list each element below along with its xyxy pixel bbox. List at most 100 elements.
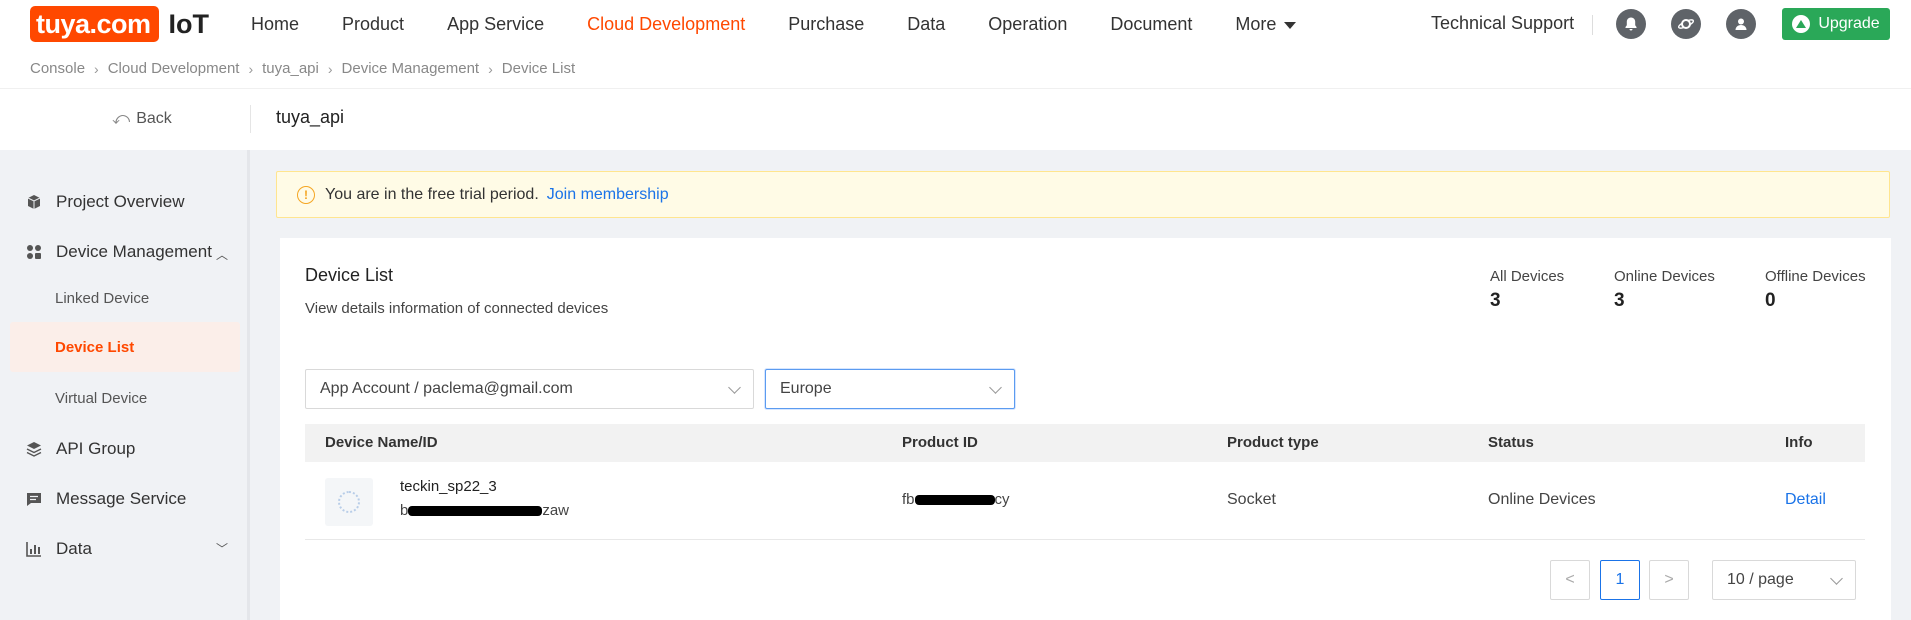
stat-label: Offline Devices <box>1765 268 1866 285</box>
device-list-card: Device List View details information of … <box>280 238 1891 620</box>
chevron-down-icon <box>728 381 741 394</box>
chevron-up-icon[interactable]: ︿ <box>216 246 228 263</box>
sidebar-label: API Group <box>56 439 136 458</box>
sidebar-item-data[interactable]: Data <box>26 539 92 559</box>
redaction-bar <box>914 495 995 506</box>
stat-label: Online Devices <box>1614 268 1715 285</box>
device-id-suffix: zaw <box>542 502 570 519</box>
product-id-suffix: cy <box>994 491 1010 508</box>
table-row: teckin_sp22_3 b zaw fb cy Socket Online De… <box>305 462 1865 540</box>
page-size-value: 10 / page <box>1727 571 1794 588</box>
sidebar-item-linked-device[interactable]: Linked Device <box>55 290 149 307</box>
chevron-down-icon <box>989 381 1002 394</box>
detail-link[interactable]: Detail <box>1785 491 1826 509</box>
breadcrumb: Console › Cloud Development › tuya_api ›… <box>30 60 575 77</box>
nav-divider <box>1592 15 1593 35</box>
device-status: Online Devices <box>1488 491 1596 508</box>
project-header: ⤺ Back tuya_api <box>0 88 1911 150</box>
app-account-value: App Account / paclema@gmail.com <box>320 380 573 397</box>
back-label: Back <box>136 110 172 127</box>
device-id: b zaw <box>400 502 569 519</box>
logo-product-name: IoT <box>168 8 210 39</box>
nav-operation[interactable]: Operation <box>988 14 1067 35</box>
column-header-info: Info <box>1785 434 1813 451</box>
tuya-logo[interactable]: tuya.com IoT <box>30 6 209 42</box>
technical-support-link[interactable]: Technical Support <box>1431 13 1574 34</box>
stat-value: 0 <box>1765 290 1776 311</box>
back-button[interactable]: ⤺ Back <box>112 109 172 129</box>
breadcrumb-cloud-development[interactable]: Cloud Development <box>108 60 240 77</box>
nav-data[interactable]: Data <box>907 14 945 35</box>
nav-cloud-development[interactable]: Cloud Development <box>587 14 745 35</box>
chevron-right-icon: › <box>94 60 99 77</box>
upgrade-button[interactable]: Upgrade <box>1782 8 1890 40</box>
region-value: Europe <box>780 380 832 397</box>
logo-mark: tuya.com <box>30 6 159 42</box>
top-navbar: tuya.com IoT Home Product App Service Cl… <box>0 0 1911 48</box>
sidebar-item-api-group[interactable]: API Group <box>26 439 135 459</box>
product-type: Socket <box>1227 491 1276 508</box>
trial-text: You are in the free trial period. <box>325 185 539 203</box>
redaction-bar <box>408 506 543 517</box>
pagination-page-1[interactable]: 1 <box>1600 560 1640 600</box>
breadcrumb-device-management[interactable]: Device Management <box>342 60 480 77</box>
app-account-select[interactable]: App Account / paclema@gmail.com <box>305 369 754 409</box>
nav-app-service[interactable]: App Service <box>447 14 544 35</box>
bar-chart-icon <box>26 542 41 557</box>
sidebar: Project Overview Device Management ︿ Lin… <box>0 150 250 620</box>
sidebar-item-device-management[interactable]: Device Management <box>26 242 212 262</box>
device-thumbnail <box>325 478 373 526</box>
chevron-right-icon: › <box>248 60 254 77</box>
project-title: tuya_api <box>276 107 345 127</box>
nav-home[interactable]: Home <box>251 14 299 35</box>
card-title: Device List <box>305 265 394 285</box>
chevron-down-icon[interactable]: ﹀ <box>216 540 228 557</box>
card-description: View details information of connected de… <box>305 300 609 317</box>
user-avatar-icon[interactable] <box>1726 9 1756 39</box>
sidebar-label: Data <box>56 539 92 558</box>
sidebar-item-message-service[interactable]: Message Service <box>26 489 186 509</box>
page-size-select[interactable]: 10 / page <box>1712 560 1856 600</box>
nav-product[interactable]: Product <box>342 14 404 35</box>
column-header-device: Device Name/ID <box>325 434 438 451</box>
breadcrumb-project[interactable]: tuya_api <box>262 60 319 77</box>
upgrade-label: Upgrade <box>1818 15 1880 32</box>
header-divider <box>250 105 251 133</box>
bell-icon[interactable] <box>1616 9 1646 39</box>
column-header-status: Status <box>1488 434 1534 451</box>
pagination-next-button[interactable]: > <box>1649 560 1689 600</box>
caret-down-icon <box>1284 21 1297 29</box>
stat-all-devices: All Devices 3 <box>1490 268 1564 312</box>
planet-icon[interactable] <box>1671 9 1701 39</box>
device-placeholder-icon <box>338 491 360 513</box>
message-icon <box>27 493 41 506</box>
device-id-prefix: b <box>400 502 409 519</box>
stat-offline-devices: Offline Devices 0 <box>1765 268 1866 312</box>
product-id-prefix: fb <box>902 491 915 508</box>
chevron-down-icon <box>1830 572 1843 585</box>
nav-document[interactable]: Document <box>1110 14 1192 35</box>
chevron-right-icon: › <box>488 60 493 77</box>
sidebar-label: Project Overview <box>56 192 185 211</box>
cube-icon <box>27 195 41 209</box>
sidebar-label: Message Service <box>56 489 187 508</box>
stat-value: 3 <box>1490 290 1501 311</box>
breadcrumb-bar: Console › Cloud Development › tuya_api ›… <box>0 48 1911 88</box>
sidebar-item-virtual-device[interactable]: Virtual Device <box>55 390 147 407</box>
nav-more-label: More <box>1235 13 1277 34</box>
nav-purchase[interactable]: Purchase <box>788 14 864 35</box>
sidebar-item-project-overview[interactable]: Project Overview <box>26 192 184 212</box>
region-select[interactable]: Europe <box>765 369 1015 409</box>
breadcrumb-console[interactable]: Console <box>30 60 85 77</box>
grid-icon <box>27 245 41 259</box>
trial-banner: ! You are in the free trial period. Join… <box>276 171 1890 218</box>
pagination-prev-button[interactable]: < <box>1550 560 1590 600</box>
join-membership-link[interactable]: Join membership <box>547 186 669 204</box>
stat-label: All Devices <box>1490 268 1565 285</box>
breadcrumb-device-list: Device List <box>501 60 576 77</box>
warning-icon: ! <box>297 185 315 204</box>
sidebar-label: Device Management <box>56 242 212 261</box>
nav-more[interactable]: More <box>1235 13 1297 35</box>
device-name: teckin_sp22_3 <box>400 478 497 495</box>
sidebar-item-device-list[interactable]: Device List <box>55 339 134 356</box>
